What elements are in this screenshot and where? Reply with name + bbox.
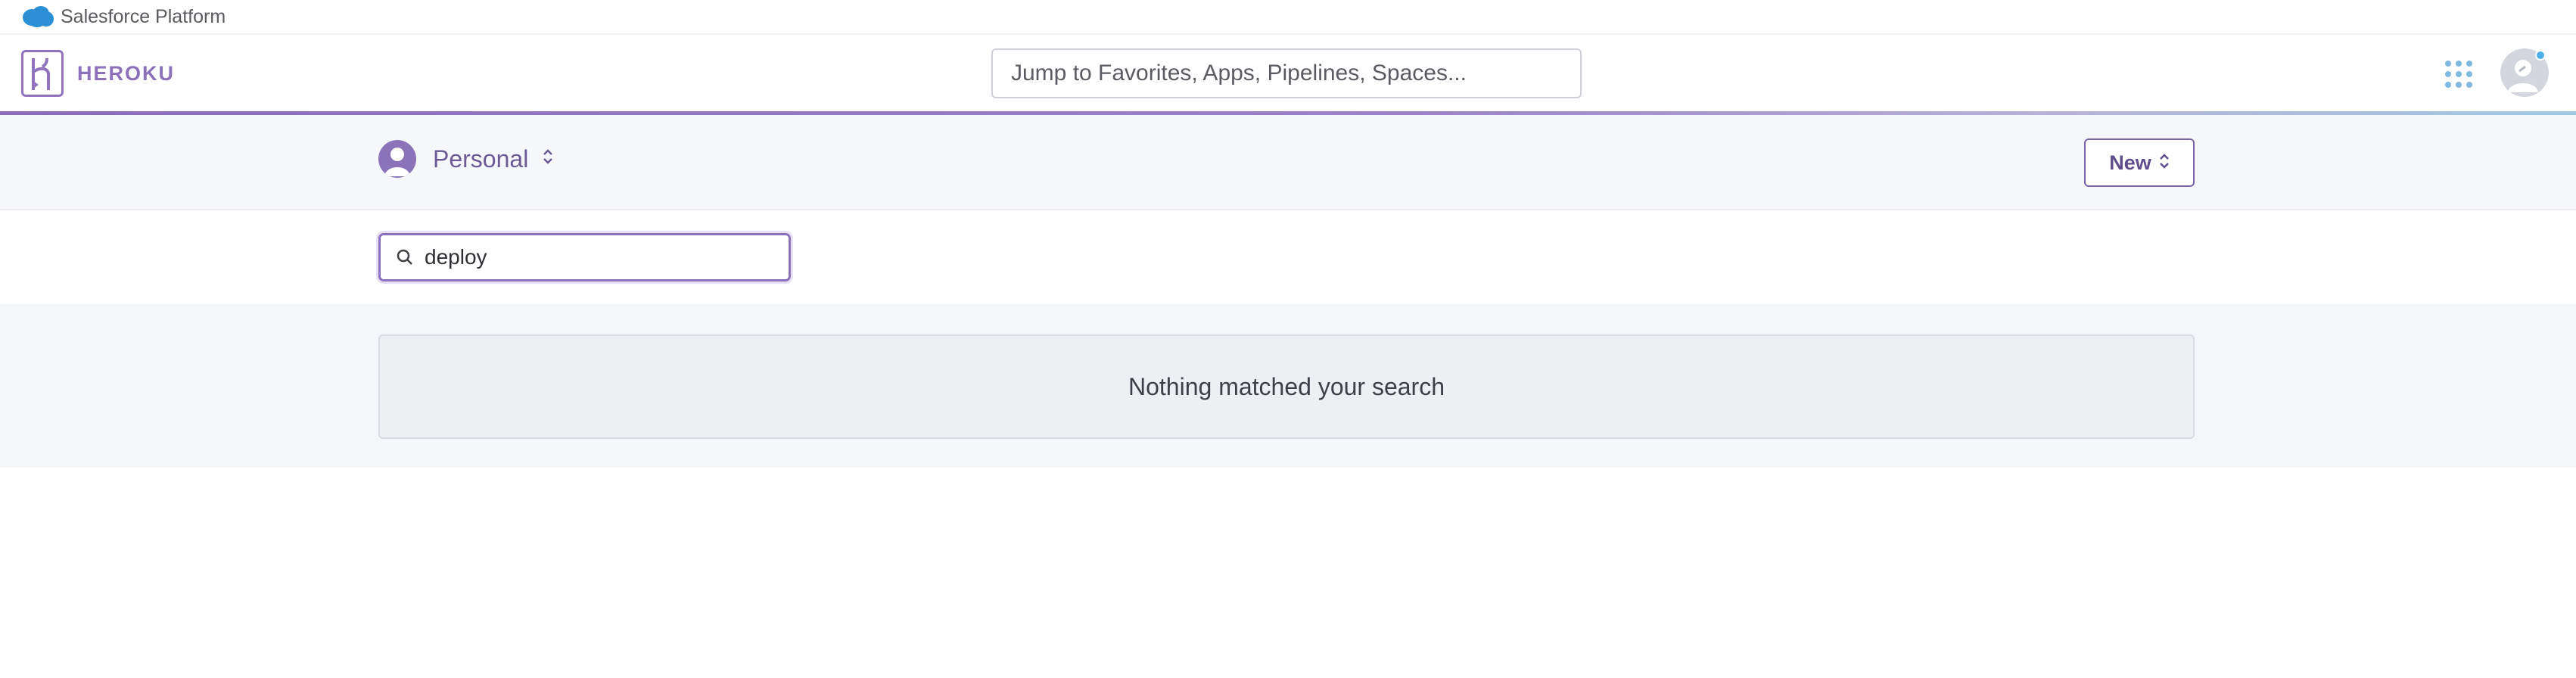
- account-subheader: Personal New: [0, 115, 2576, 210]
- notification-dot: [2535, 50, 2546, 61]
- account-name: Personal: [433, 145, 529, 173]
- app-filter-input[interactable]: [425, 245, 773, 269]
- heroku-logo-text: HEROKU: [77, 61, 176, 85]
- personal-avatar-icon: [378, 140, 416, 178]
- apps-grid-icon[interactable]: [2445, 61, 2472, 88]
- app-filter-field[interactable]: [378, 233, 791, 281]
- search-icon: [397, 249, 412, 265]
- account-switcher[interactable]: Personal: [378, 140, 554, 178]
- new-button[interactable]: New: [2084, 138, 2195, 187]
- chevron-up-down-icon: [2159, 153, 2170, 173]
- salesforce-bar: Salesforce Platform: [0, 0, 2576, 35]
- filter-row: [0, 210, 2576, 304]
- chevron-up-down-icon: [542, 148, 554, 170]
- heroku-logo[interactable]: HEROKU: [21, 50, 175, 97]
- salesforce-platform-label: Salesforce Platform: [61, 5, 226, 27]
- salesforce-cloud-icon: [23, 6, 54, 27]
- jump-to-search-input[interactable]: [991, 48, 1582, 98]
- new-button-label: New: [2109, 151, 2151, 174]
- heroku-logo-icon: [21, 50, 64, 97]
- heroku-header: HEROKU: [0, 35, 2576, 114]
- empty-results-message: Nothing matched your search: [378, 334, 2195, 439]
- results-area: Nothing matched your search: [0, 304, 2576, 468]
